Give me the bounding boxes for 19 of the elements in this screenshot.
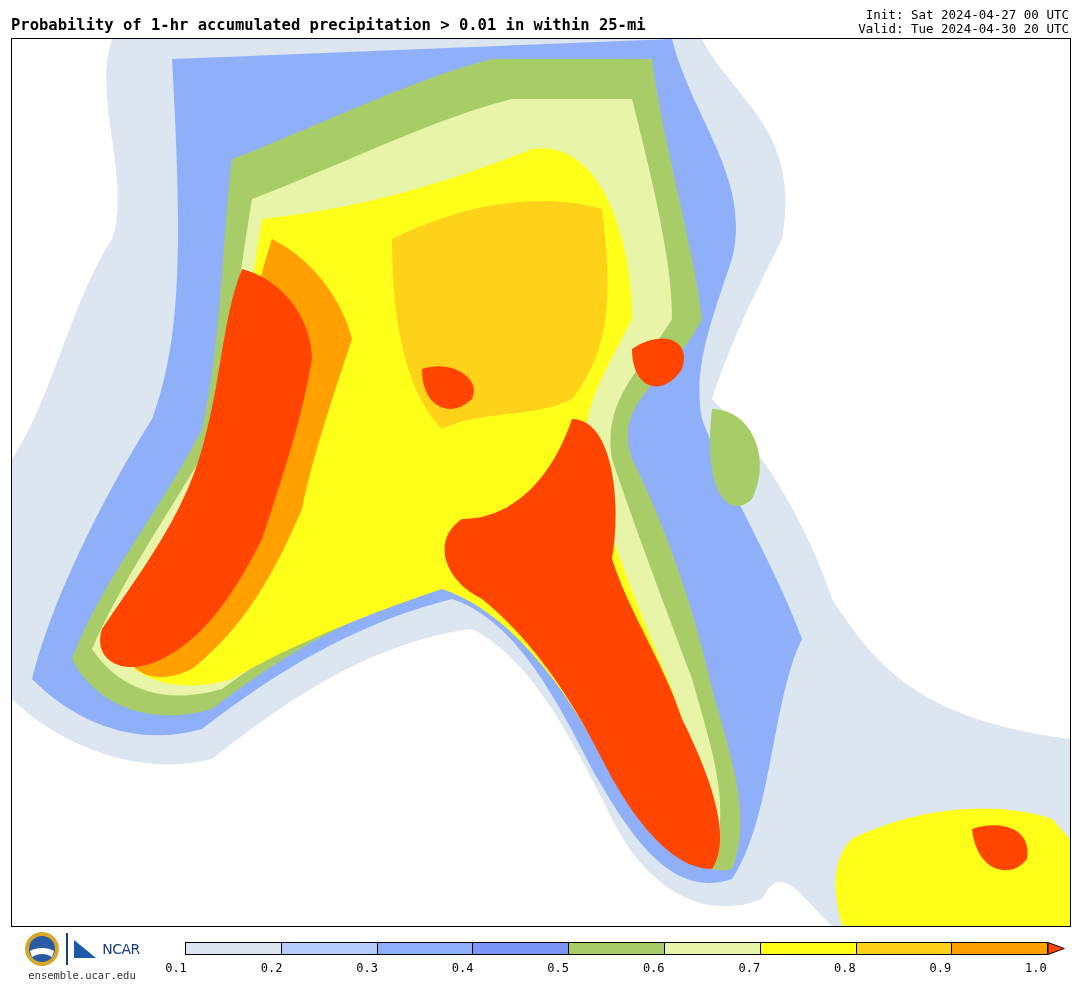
chart-title: Probability of 1-hr accumulated precipitation > 0.01 in within 25-mi [11,16,646,36]
scale-tick-label: 0.2 [260,961,283,975]
scale-tick-label: 0.1 [165,961,187,975]
divider-line-icon [66,933,69,965]
ncar-logo-icon [74,940,97,958]
scale-tick-label: 0.3 [356,961,379,975]
scale-tick-label: 0.4 [451,961,474,975]
scale-tick-label: 0.5 [547,961,570,975]
scale-tick-label: 0.8 [833,961,856,975]
scale-tick-label: 0.7 [738,961,761,975]
seal-logo-icon [24,931,61,967]
init-time: Init: Sat 2024-04-27 00 UTC [865,8,1069,22]
arrow-icon [1048,942,1065,955]
scale-tick-label: 1.0 [1024,961,1047,975]
website-label: ensemble.ucar.edu [28,969,136,981]
valid-time: Valid: Tue 2024-04-30 20 UTC [858,22,1069,36]
scale-tick-label: 0.9 [929,961,952,975]
scale-tick-label: 0.6 [642,961,665,975]
logo-text: NCAR [102,941,140,957]
